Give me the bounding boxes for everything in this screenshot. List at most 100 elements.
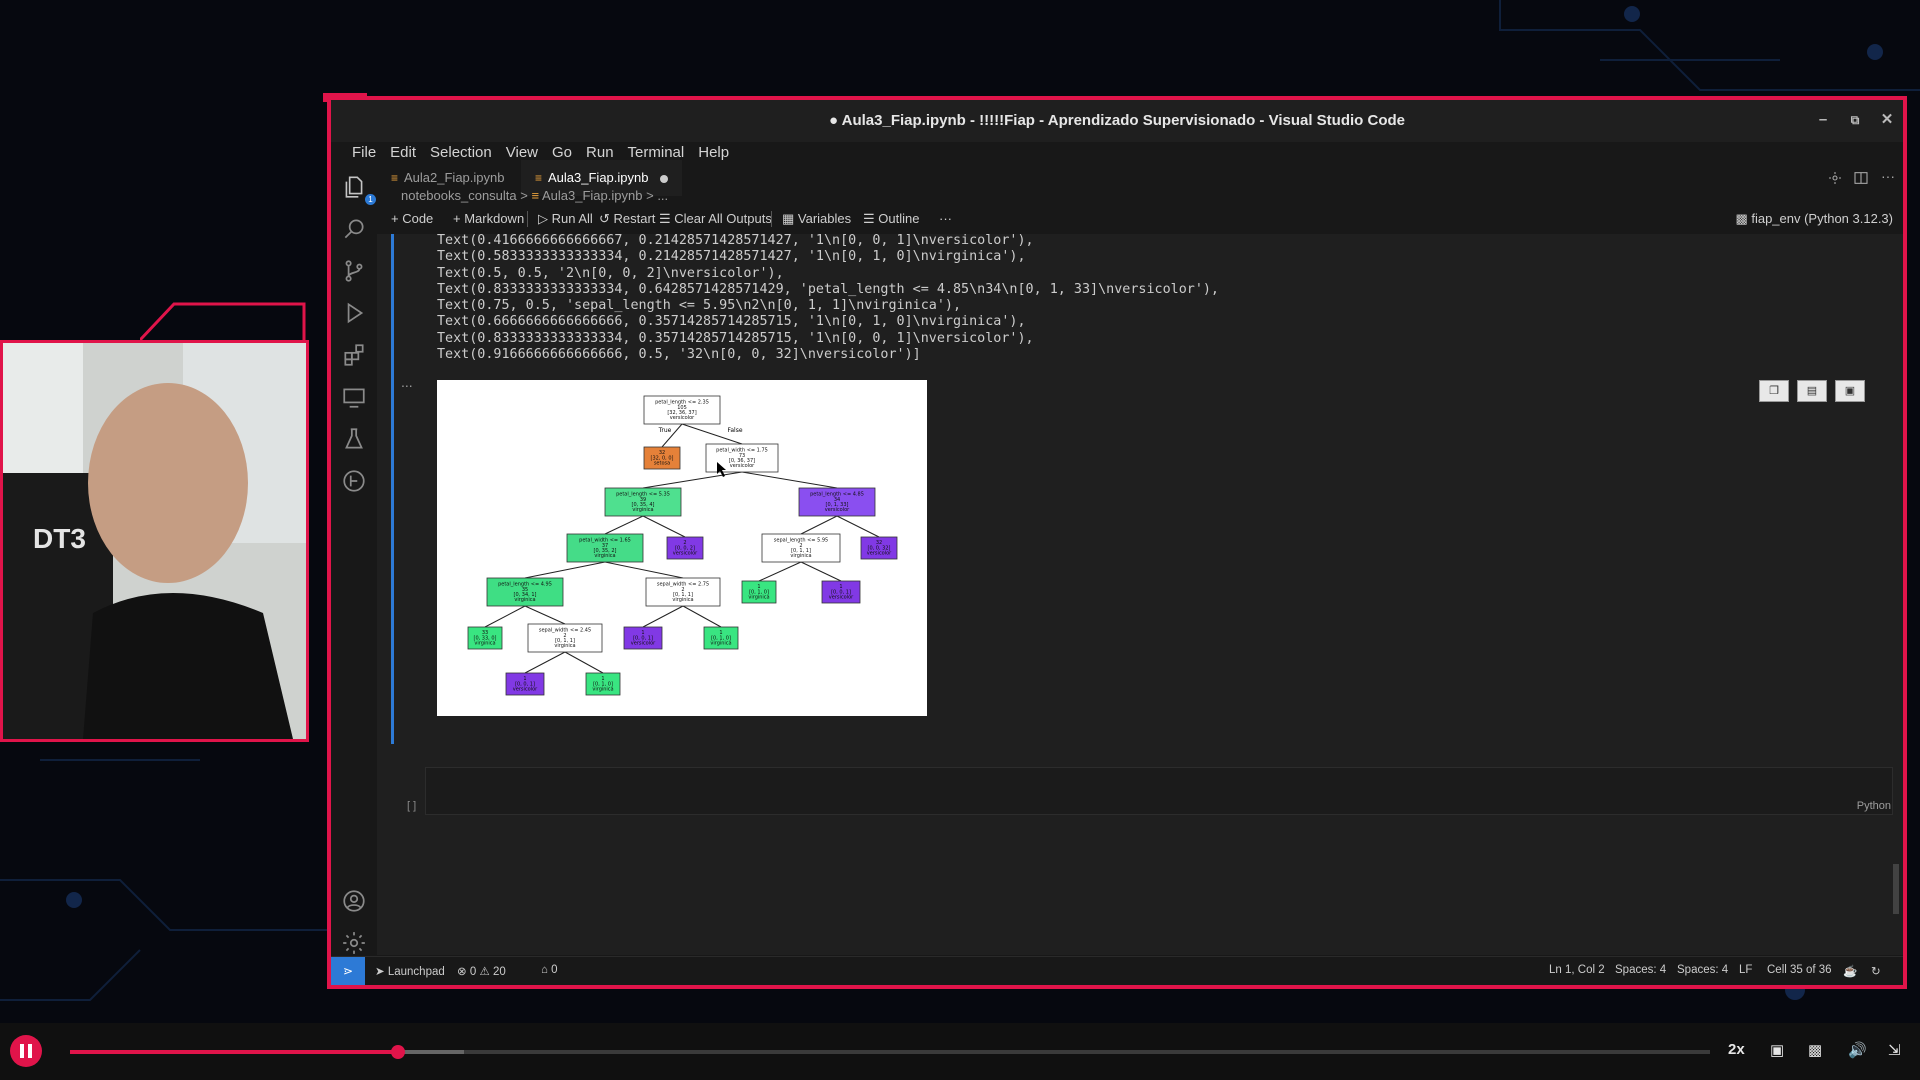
pause-icon	[20, 1044, 32, 1058]
cursor-position[interactable]: Ln 1, Col 2	[1549, 964, 1605, 976]
chart-output-icon[interactable]: ▤	[1797, 380, 1827, 402]
rocket-icon: ➤	[375, 966, 388, 978]
tree-edge	[524, 605, 566, 625]
settings-gear-icon[interactable]	[341, 930, 367, 956]
tree-node-text: versicolor	[513, 687, 538, 693]
source-control-icon[interactable]	[341, 258, 367, 284]
output-line: Text(0.6666666666666666, 0.3571428571428…	[437, 314, 1026, 330]
launchpad-item[interactable]: ➤ Launchpad	[375, 964, 445, 978]
decision-tree-plot: True False petal_length <= 2.35105[32, 36,…	[437, 380, 927, 716]
activity-bar: 1	[331, 168, 377, 955]
indentation-1[interactable]: Spaces: 4	[1615, 964, 1666, 976]
breadcrumb-file[interactable]: Aula3_Fiap.ipynb	[542, 188, 642, 203]
output-line: Text(0.9166666666666666, 0.5, '32\n[0, 0…	[437, 347, 921, 363]
tree-node-text: virginica	[748, 595, 769, 601]
tree-node-text: virginica	[710, 641, 731, 647]
add-markdown-button[interactable]: + Markdown	[453, 211, 524, 226]
breadcrumb-more[interactable]: ...	[657, 188, 668, 203]
add-code-button[interactable]: + Code	[391, 211, 433, 226]
breadcrumb-folder[interactable]: notebooks_consulta	[401, 188, 517, 203]
tree-node-text: versicolor	[825, 507, 850, 513]
tree-edge	[682, 605, 722, 628]
minimize-button[interactable]: –	[1813, 110, 1833, 130]
notebook-icon: ≡	[531, 188, 540, 203]
explorer-icon[interactable]: 1	[341, 174, 376, 205]
end-of-line[interactable]: LF	[1739, 964, 1752, 976]
exit-fullscreen-icon[interactable]: ⇲	[1888, 1041, 1901, 1059]
account-icon[interactable]	[341, 888, 367, 914]
outline-button[interactable]: ☰ Outline	[863, 211, 919, 227]
title-bar: ● Aula3_Fiap.ipynb - !!!!!Fiap - Aprendi…	[331, 100, 1903, 142]
output-line: Text(0.4166666666666667, 0.2142857142857…	[437, 233, 1034, 248]
toolbar-more-button[interactable]: ···	[939, 211, 952, 226]
captions-icon[interactable]: ▣	[1770, 1041, 1784, 1059]
kernel-picker[interactable]: ▩ fiap_env (Python 3.12.3)	[1735, 211, 1893, 227]
gear-icon[interactable]	[1827, 170, 1843, 186]
remote-indicator-icon[interactable]: ⋗	[331, 957, 365, 985]
output-menu-button[interactable]: ...	[401, 374, 413, 390]
tab-label: Aula2_Fiap.ipynb	[404, 170, 505, 185]
ports-icon: ⌂	[541, 964, 552, 976]
launchpad-label: Launchpad	[387, 966, 445, 978]
webcam-overlay: DT3	[0, 340, 309, 742]
scrollbar-thumb[interactable]	[1893, 864, 1899, 914]
svg-text:DT3: DT3	[33, 523, 86, 554]
tree-node-text: versicolor	[673, 551, 698, 557]
execution-count: [ ]	[407, 800, 417, 812]
git-graph-icon[interactable]	[341, 468, 367, 494]
tree-edge	[741, 471, 838, 489]
playback-speed-button[interactable]: 2x	[1728, 1041, 1745, 1058]
tree-edge	[800, 561, 842, 582]
tree-node: 1[0, 1, 0]virginica	[741, 580, 777, 604]
output-line: Text(0.8333333333333334, 0.6428571428571…	[437, 281, 1219, 297]
bell-icon[interactable]: ☕	[1843, 964, 1857, 978]
extensions-icon[interactable]	[341, 342, 367, 368]
progress-played	[70, 1050, 398, 1054]
testing-icon[interactable]	[341, 426, 367, 452]
search-icon[interactable]	[341, 216, 367, 242]
tree-edge	[564, 651, 604, 674]
copy-output-icon[interactable]: ❐	[1759, 380, 1789, 402]
picture-in-picture-icon[interactable]: ▩	[1808, 1041, 1822, 1059]
explorer-badge: 1	[365, 194, 376, 205]
save-output-icon[interactable]: ▣	[1835, 380, 1865, 402]
tree-edge	[484, 605, 526, 628]
sync-icon[interactable]: ↻	[1871, 964, 1881, 978]
tree-node: petal_width <= 1.6537[0, 35, 2]virginica	[566, 533, 644, 563]
cell-indicator[interactable]: Cell 35 of 36	[1767, 964, 1832, 976]
split-editor-icon[interactable]	[1853, 170, 1869, 186]
run-all-button[interactable]: ▷ Run All	[527, 211, 593, 227]
variables-button[interactable]: ▦ Variables	[771, 211, 851, 227]
kernel-label: fiap_env (Python 3.12.3)	[1751, 211, 1893, 226]
tree-node-text: versicolor	[631, 641, 656, 647]
pause-button[interactable]	[10, 1035, 42, 1067]
tree-node: petal_length <= 2.35105[32, 36, 37]versi…	[643, 395, 721, 425]
unsaved-dot-icon[interactable]	[660, 174, 669, 183]
remote-explorer-icon[interactable]	[341, 384, 367, 410]
status-bar: ⋗ ➤ Launchpad ⊗ 0 ⚠ 20 ⌂ 0 Ln 1, Col 2 S…	[331, 956, 1903, 985]
empty-code-cell[interactable]	[425, 767, 1893, 815]
restore-button[interactable]: ⧉	[1845, 110, 1865, 130]
tree-node: 32[0, 0, 32]versicolor	[860, 536, 898, 560]
kernel-icon: ▩	[1735, 211, 1752, 226]
restart-button[interactable]: ↺ Restart	[599, 211, 655, 227]
tree-edge	[758, 561, 802, 582]
tree-node-text: virginica	[514, 597, 535, 603]
tree-node: 32[32, 0, 0]setosa	[643, 446, 681, 470]
indentation-2[interactable]: Spaces: 4	[1677, 964, 1728, 976]
problems-item[interactable]: ⊗ 0 ⚠ 20	[457, 964, 506, 978]
close-button[interactable]: ✕	[1877, 110, 1897, 130]
clear-outputs-button[interactable]: ☰ Clear All Outputs	[659, 211, 772, 227]
ports-item[interactable]: ⌂ 0	[541, 964, 558, 976]
tab-label: Aula3_Fiap.ipynb	[548, 170, 649, 185]
output-line: Text(0.75, 0.5, 'sepal_length <= 5.95\n2…	[437, 298, 962, 314]
tree-node-text: versicolor	[829, 595, 854, 601]
more-actions-icon[interactable]: ···	[1881, 168, 1895, 184]
progress-knob[interactable]	[391, 1045, 405, 1059]
tree-branch-label: False	[727, 427, 742, 434]
volume-icon[interactable]: 🔊	[1848, 1041, 1867, 1059]
tree-node: 1[0, 0, 1]versicolor	[821, 580, 861, 604]
cell-language[interactable]: Python	[1857, 800, 1891, 812]
run-debug-icon[interactable]	[341, 300, 367, 326]
progress-bar[interactable]	[70, 1045, 1710, 1059]
